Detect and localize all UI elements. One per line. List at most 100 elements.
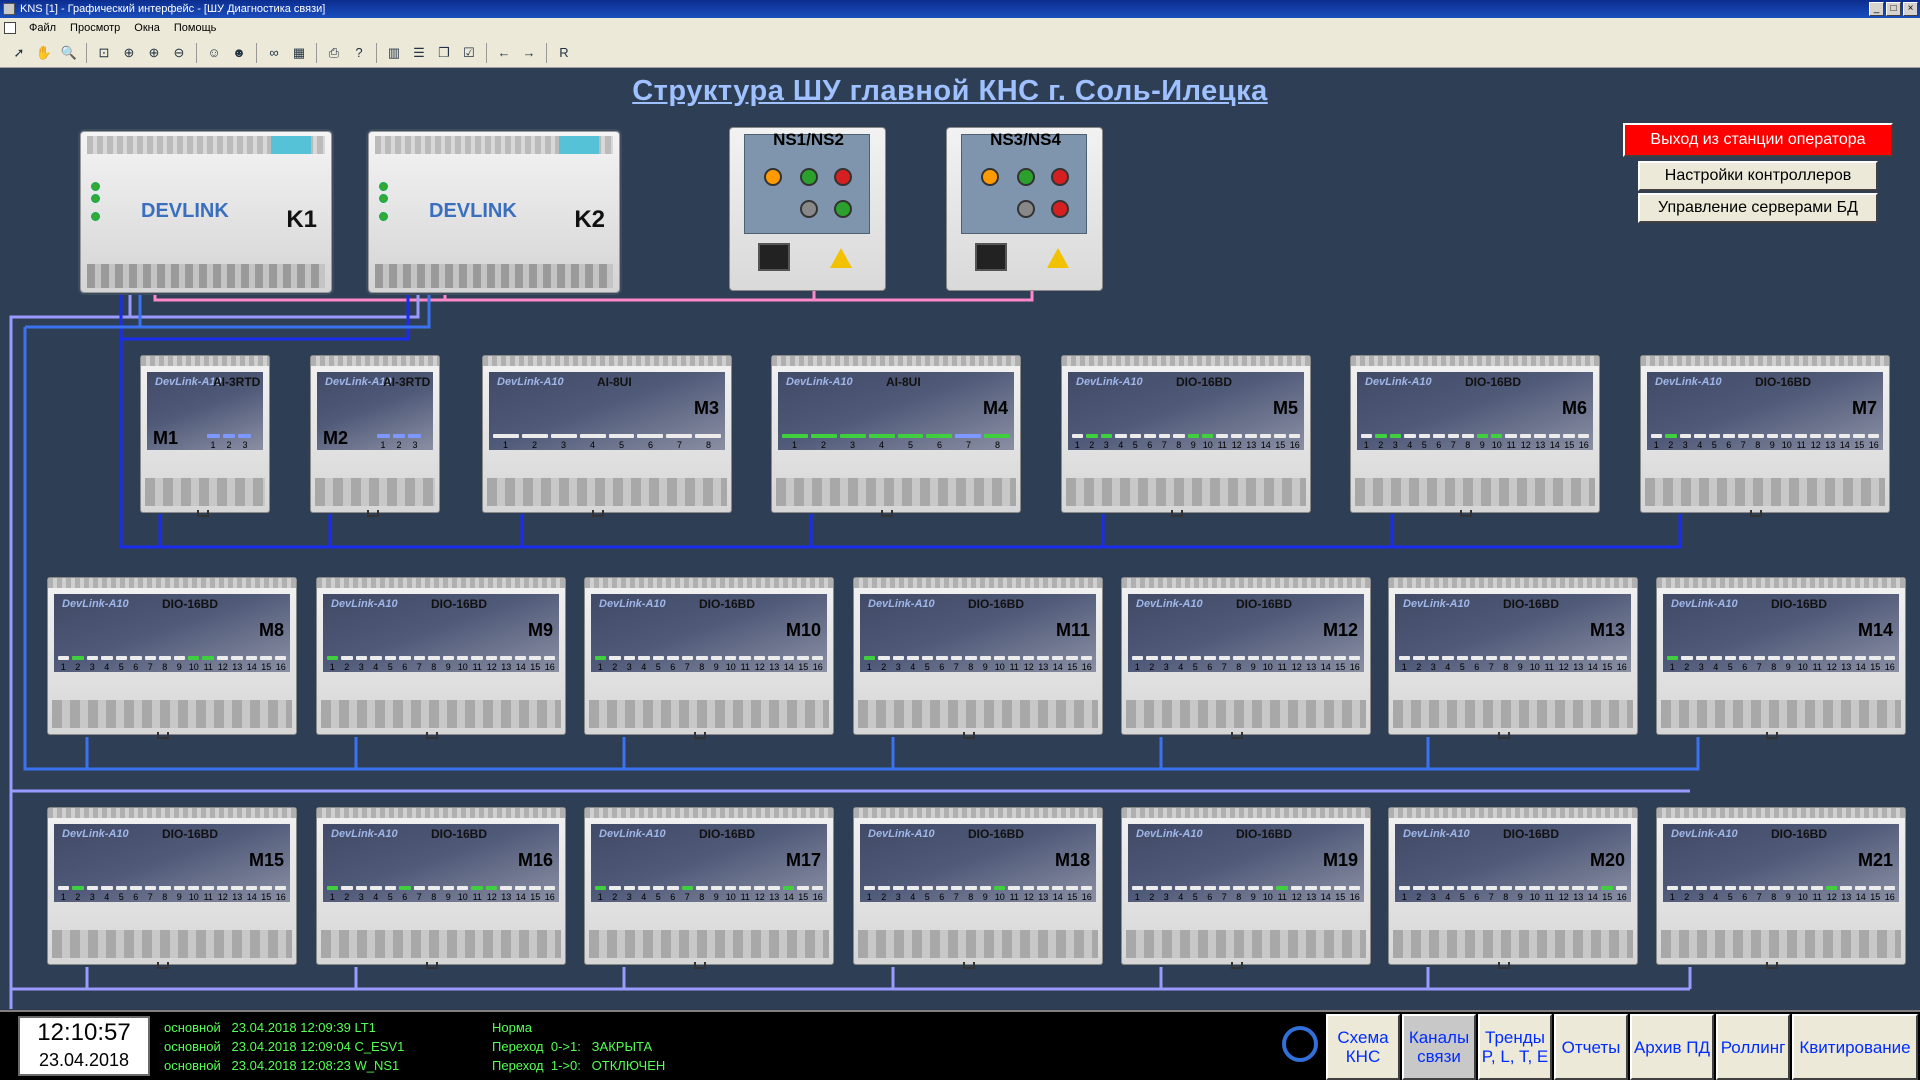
channel-leds (595, 886, 823, 891)
nav-archive-button[interactable]: Архив ПД (1630, 1014, 1714, 1080)
io-module-m12[interactable]: DevLink-A10 DIO-16BD M12 1 2 3 4 5 6 7 8 9 10 11 12 13 1… (1121, 577, 1371, 739)
relay-ns3-ns4[interactable]: NS3/NS4 (946, 127, 1103, 291)
channel-led (1259, 434, 1272, 438)
channel-number: 7 (147, 662, 153, 672)
io-module-m18[interactable]: DevLink-A10 DIO-16BD M18 1 2 3 4 5 6 7 8 9 10 11 12 13 1… (853, 807, 1103, 969)
menu-file[interactable]: Файл (22, 18, 63, 38)
io-module-m20[interactable]: DevLink-A10 DIO-16BD M20 1 2 3 4 5 6 7 8 9 10 11 12 13 1… (1388, 807, 1638, 969)
forward-arrow-icon[interactable]: → (518, 42, 540, 64)
nav-reports-button[interactable]: Отчеты (1554, 1014, 1628, 1080)
back-arrow-icon[interactable]: ← (493, 42, 515, 64)
channel-number: 3 (895, 662, 901, 672)
zoom-in-icon[interactable]: ⊕ (143, 42, 165, 64)
io-module-m6[interactable]: DevLink-A10 DIO-16BD M6 1 2 3 4 5 6 7 8 9 10 11 12 13 14… (1350, 355, 1600, 517)
zoom-icon[interactable]: 🔍 (58, 42, 80, 64)
channel-number: 15 (1067, 892, 1078, 902)
hand-icon[interactable]: ✋ (33, 42, 55, 64)
zoom-actual-icon[interactable]: ⊡ (93, 42, 115, 64)
close-button[interactable]: × (1903, 2, 1918, 16)
io-module-m9[interactable]: DevLink-A10 DIO-16BD M9 1 2 3 4 5 6 7 8 9 10 11 12 13 14… (316, 577, 566, 739)
menu-view[interactable]: Просмотр (63, 18, 127, 38)
din-clip (1766, 962, 1779, 969)
io-module-m16[interactable]: DevLink-A10 DIO-16BD M16 1 2 3 4 5 6 7 8 9 10 11 12 13 1… (316, 807, 566, 969)
user-alert-icon[interactable]: ☻ (228, 42, 250, 64)
zoom-out-icon[interactable]: ⊖ (168, 42, 190, 64)
maximize-button[interactable]: □ (1886, 2, 1901, 16)
channel-led (1132, 886, 1144, 890)
module-id: M7 (1851, 398, 1877, 418)
channel-number: 16 (1578, 440, 1589, 450)
channel-led (1665, 434, 1677, 438)
channel-led (1853, 434, 1865, 438)
io-module-m5[interactable]: DevLink-A10 DIO-16BD M5 1 2 3 4 5 6 7 8 9 10 11 12 13 14… (1061, 355, 1311, 517)
devlink-logo: DevLink-A10 (62, 598, 129, 610)
io-module-m19[interactable]: DevLink-A10 DIO-16BD M19 1 2 3 4 5 6 7 8 9 10 11 12 13 1… (1121, 807, 1371, 969)
layout-cols-icon[interactable]: ▥ (383, 42, 405, 64)
pointer-icon[interactable]: ➚ (8, 42, 30, 64)
minimize-button[interactable]: _ (1869, 2, 1884, 16)
channel-led (892, 656, 905, 660)
print-icon[interactable]: ⎙ (323, 42, 345, 64)
io-module-m8[interactable]: DevLink-A10 DIO-16BD M8 1 2 3 4 5 6 7 8 9 10 11 12 13 14… (47, 577, 297, 739)
channel-led (1100, 434, 1113, 438)
r-button[interactable]: R (553, 42, 575, 64)
exit-operator-button[interactable]: Выход из станции оператора (1623, 123, 1893, 157)
db-servers-button[interactable]: Управление серверами БД (1638, 193, 1878, 223)
binoculars-icon[interactable]: ∞ (263, 42, 285, 64)
io-module-m1[interactable]: DevLink-A10 AI-3RTD M1 1 2 3 (140, 355, 270, 517)
io-module-m10[interactable]: DevLink-A10 DIO-16BD M10 1 2 3 4 5 6 7 8 9 10 11 12 13 1… (584, 577, 834, 739)
channel-led (1824, 434, 1836, 438)
channel-number: 11 (472, 892, 482, 902)
help-icon[interactable]: ? (348, 42, 370, 64)
layout-rows-icon[interactable]: ☰ (408, 42, 430, 64)
nav-scheme-button[interactable]: Схема КНС (1326, 1014, 1400, 1080)
channel-number: 15 (1602, 892, 1613, 902)
din-clip (157, 732, 170, 739)
io-module-m13[interactable]: DevLink-A10 DIO-16BD M13 1 2 3 4 5 6 7 8 9 10 11 12 13 1… (1388, 577, 1638, 739)
channel-led (1276, 886, 1288, 890)
relay-ns1-ns2[interactable]: NS1/NS2 (729, 127, 886, 291)
din-clip (963, 962, 976, 969)
io-module-m11[interactable]: DevLink-A10 DIO-16BD M11 1 2 3 4 5 6 7 8 9 10 11 12 13 1… (853, 577, 1103, 739)
channel-number: 3 (1392, 440, 1398, 450)
io-module-m4[interactable]: DevLink-A10 AI-8UI M4 1 2 3 4 5 6 7 8 (771, 355, 1021, 517)
din-clip (1171, 510, 1184, 517)
controller-k1[interactable]: DEVLINK K1 (80, 131, 332, 293)
windows-icon[interactable]: ❐ (433, 42, 455, 64)
channel-number: 14 (1839, 440, 1850, 450)
controller-k2[interactable]: DEVLINK K2 (368, 131, 620, 293)
channel-led (58, 886, 70, 890)
channel-number: 8 (1503, 662, 1509, 672)
channel-number: 6 (1436, 440, 1442, 450)
window-check-icon[interactable]: ☑ (458, 42, 480, 64)
channel-led (1854, 656, 1867, 660)
io-module-m7[interactable]: DevLink-A10 DIO-16BD M7 1 2 3 4 5 6 7 8 9 10 11 12 13 14… (1640, 355, 1890, 517)
users-icon[interactable]: ☺ (203, 42, 225, 64)
nav-channels-button[interactable]: Каналы связи (1402, 1014, 1476, 1080)
channel-number: 12 (486, 662, 497, 672)
mdi-icon[interactable] (4, 22, 16, 34)
nav-trends-button[interactable]: Тренды P, L, T, E (1478, 1014, 1552, 1080)
module-face: DevLink-A10 DIO-16BD M6 1 2 3 4 5 6 7 8 9 10 11 12 13 14… (1357, 372, 1593, 450)
io-module-m14[interactable]: DevLink-A10 DIO-16BD M14 1 2 3 4 5 6 7 8 9 10 11 12 13 1… (1656, 577, 1906, 739)
channel-led (1218, 886, 1231, 890)
din-clip (426, 732, 439, 739)
channel-numbers: 1 2 3 4 5 6 7 8 9 10 11 12 13 14 15 16 (1665, 892, 1897, 902)
nav-rolling-button[interactable]: Роллинг (1716, 1014, 1790, 1080)
channel-number: 3 (1430, 892, 1436, 902)
channel-number: 4 (641, 892, 647, 902)
io-module-m3[interactable]: DevLink-A10 AI-8UI M3 1 2 3 4 5 6 7 8 (482, 355, 732, 517)
io-module-m2[interactable]: DevLink-A10 AI-3RTD M2 1 2 3 (310, 355, 440, 517)
nav-ack-button[interactable]: Квитирование (1792, 1014, 1918, 1080)
channel-led (1563, 434, 1575, 438)
zoom-fit-icon[interactable]: ⊕ (118, 42, 140, 64)
menu-help[interactable]: Помощь (167, 18, 224, 38)
menu-windows[interactable]: Окна (127, 18, 167, 38)
io-module-m17[interactable]: DevLink-A10 DIO-16BD M17 1 2 3 4 5 6 7 8 9 10 11 12 13 1… (584, 807, 834, 969)
indicator-red-icon (1051, 168, 1069, 186)
controller-settings-button[interactable]: Настройки контроллеров (1638, 161, 1878, 191)
io-module-m21[interactable]: DevLink-A10 DIO-16BD M21 1 2 3 4 5 6 7 8 9 10 11 12 13 1… (1656, 807, 1906, 969)
run-led (379, 212, 388, 221)
io-module-m15[interactable]: DevLink-A10 DIO-16BD M15 1 2 3 4 5 6 7 8 9 10 11 12 13 1… (47, 807, 297, 969)
table-icon[interactable]: ▦ (288, 42, 310, 64)
